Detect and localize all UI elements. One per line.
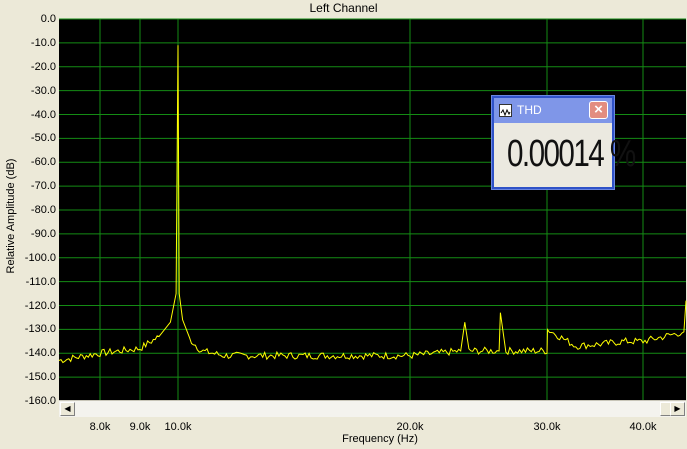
y-tick-label: -90.0 — [30, 227, 56, 240]
scroll-right-button[interactable]: ▶ — [670, 402, 685, 416]
y-tick-label: -110.0 — [25, 275, 56, 288]
y-tick-label: -40.0 — [30, 108, 56, 121]
y-tick-label: -120.0 — [24, 299, 56, 312]
x-axis-label: Frequency (Hz) — [342, 433, 418, 445]
x-tick-label: 8.0k — [89, 421, 111, 433]
thd-value: 0.00014 % — [506, 133, 636, 175]
y-tick-label: -130.0 — [24, 323, 56, 336]
y-tick-label: -20.0 — [30, 60, 56, 73]
y-tick-label: -50.0 — [30, 132, 56, 145]
horizontal-scrollbar[interactable]: ◀ ▶ — [59, 400, 686, 417]
y-tick-label: -100.0 — [24, 251, 56, 264]
close-icon[interactable]: × — [589, 101, 608, 119]
y-tick-label: 0.0 — [40, 13, 56, 25]
spectrum-plot — [58, 18, 687, 402]
thd-title: THD — [517, 103, 542, 117]
x-tick-label: 30.0k — [533, 421, 561, 433]
y-tick-label: -10.0 — [30, 36, 56, 49]
x-tick-label: 9.0k — [129, 421, 151, 433]
y-tick-label: -140.0 — [24, 347, 56, 360]
y-tick-label: -80.0 — [30, 204, 56, 216]
thd-title-bar[interactable]: THD × — [494, 98, 612, 123]
x-tick-label: 20.0k — [396, 421, 424, 433]
y-tick-label: -150.0 — [24, 371, 56, 384]
y-tick-label: -30.0 — [30, 84, 56, 97]
scroll-left-button[interactable]: ◀ — [60, 402, 75, 416]
x-tick-label: 40.0k — [629, 421, 657, 433]
y-tick-label: -70.0 — [30, 180, 56, 193]
x-tick-label: 10.0k — [164, 421, 192, 433]
thd-window[interactable]: THD × 0.00014 % — [492, 96, 636, 189]
y-tick-label: -160.0 — [24, 395, 56, 407]
y-tick-label: -60.0 — [30, 156, 56, 169]
waveform-icon — [499, 104, 512, 117]
